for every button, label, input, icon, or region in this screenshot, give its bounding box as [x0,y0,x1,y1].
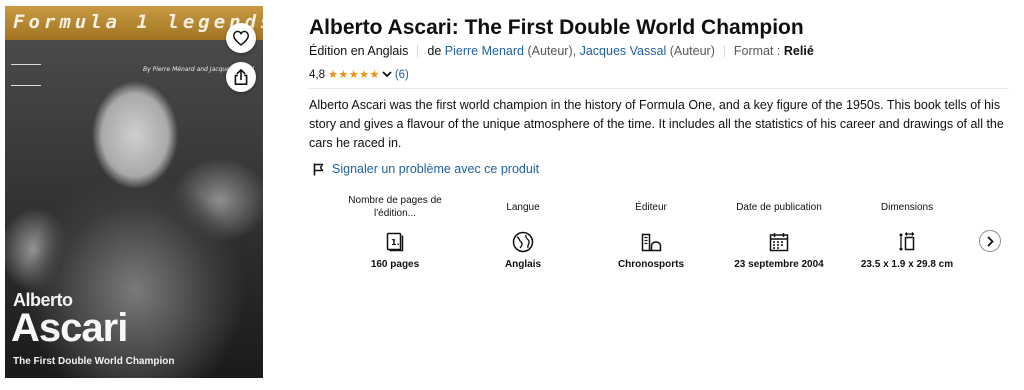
attribute-value: 160 pages [370,259,420,270]
cover-last-name: Ascari [11,306,128,350]
svg-text:1.: 1. [391,238,400,247]
chevron-down-icon[interactable] [382,70,392,80]
attribute-publisher: Éditeur Chronosports [593,192,709,271]
wishlist-button[interactable] [226,23,256,53]
pages-icon: 1. [337,228,453,256]
author-link-jacques-vassal[interactable]: Jacques Vassal [580,44,667,58]
report-problem-label: Signaler un problème avec ce produit [332,162,540,176]
product-description: Alberto Ascari was the first world champ… [309,98,1004,150]
attribute-label: Date de publication [736,201,822,213]
cover-series-title: Formula 1 legends [13,11,263,33]
format-value: Relié [783,44,814,58]
dimensions-icon [849,228,965,256]
by-prefix: de [427,44,442,58]
attribute-label: Langue [506,201,540,213]
attribute-dimensions: Dimensions 23.5 x 1.9 x 29.8 cm [849,192,965,271]
publisher-icon [593,228,709,256]
rating-value: 4,8 [309,68,325,81]
chevron-right-icon [987,235,994,247]
globe-icon [465,228,581,256]
share-button[interactable] [226,62,256,92]
share-icon [234,69,248,85]
attribute-publication-date: Date de publication 23 septembre 2004 [721,192,837,271]
attribute-language: Langue Anglais [465,192,581,271]
attribute-label: Dimensions [880,201,934,213]
rating-summary[interactable]: 4,8 ★★★★★ (6) [309,68,409,82]
heart-icon [232,30,250,46]
attribute-value: Chronosports [617,259,685,270]
cover-subtitle: The First Double World Champion [13,356,175,367]
attribute-label: Éditeur [635,201,667,213]
author-link-pierre-menard[interactable]: Pierre Menard [445,44,524,58]
byline-separator [723,45,725,57]
cover-publisher-logo [11,64,41,86]
attribute-label: Nombre de pages de l'édition... [348,195,442,219]
product-title: Alberto Ascari: The First Double World C… [309,16,804,39]
author-role: (Auteur) [669,44,715,58]
calendar-icon [721,228,837,256]
rating-count-link[interactable]: (6) [395,69,409,81]
author-role: (Auteur), [527,44,577,58]
divider [309,88,1009,89]
format-label: Format : [733,44,781,58]
star-rating-icon[interactable]: ★★★★★ [328,68,380,81]
flag-icon [313,163,324,176]
byline: Édition en Anglais de Pierre Menard (Aute… [309,44,814,58]
attribute-value: 23 septembre 2004 [734,259,824,270]
attribute-value: 23.5 x 1.9 x 29.8 cm [860,259,954,270]
carousel-next-button[interactable] [979,230,1001,252]
edition-label: Édition en Anglais [309,44,409,58]
book-cover-image[interactable]: Formula 1 legends By Pierre Ménard and J… [5,6,263,378]
cover-title-band: Formula 1 legends [5,6,263,40]
byline-separator [417,45,419,57]
attribute-value: Anglais [504,259,542,270]
product-attributes-carousel: Nombre de pages de l'édition... 1. 160 p… [337,192,977,292]
report-problem-link[interactable]: Signaler un problème avec ce produit [313,162,539,176]
attribute-page-count: Nombre de pages de l'édition... 1. 160 p… [337,192,453,271]
